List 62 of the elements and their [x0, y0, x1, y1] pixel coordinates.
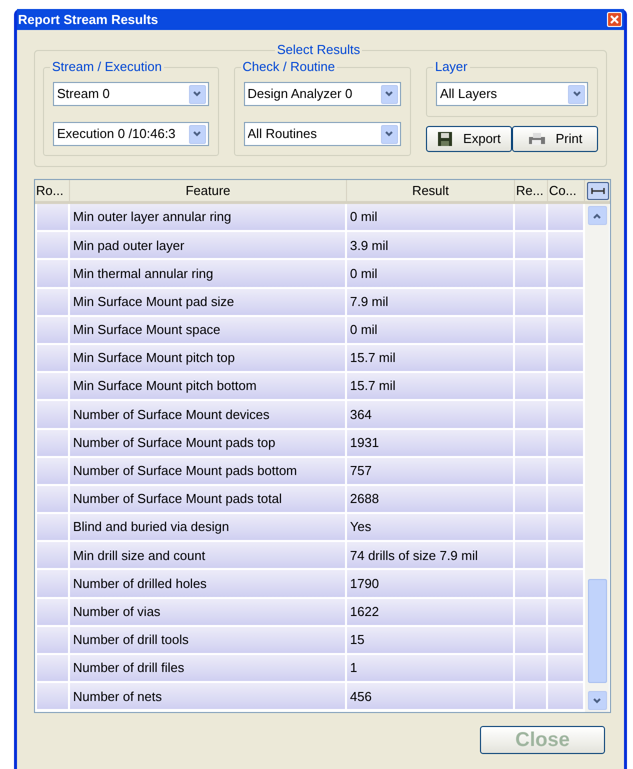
table-cell: 7.9 mil — [347, 288, 515, 315]
table-cell: Min thermal annular ring — [70, 260, 347, 287]
table-cell: 757 — [347, 458, 515, 484]
table-cell: 15.7 mil — [347, 344, 515, 372]
column-chooser-icon[interactable] — [587, 182, 609, 200]
column-header[interactable]: Ro... — [35, 180, 70, 201]
table-cell: 3.9 mil — [347, 232, 515, 258]
table-cell: Number of Surface Mount pads total — [70, 486, 347, 512]
table-cell: 74 drills of size 7.9 mil — [347, 542, 515, 568]
dropdown[interactable]: Stream 0 — [53, 82, 209, 106]
table-cell: Number of drilled holes — [70, 570, 347, 597]
table-cell: 1931 — [347, 430, 515, 456]
chevron-down-icon[interactable] — [385, 91, 394, 97]
table-cell: Min Surface Mount pitch top — [70, 344, 347, 372]
scrollbar-thumb[interactable] — [588, 579, 606, 683]
table-cell: Number of vias — [70, 598, 347, 625]
table-cell: Number of Surface Mount devices — [70, 401, 347, 428]
group-title: Layer — [432, 59, 470, 75]
table-cell: Number of drill tools — [70, 626, 347, 653]
table-cell: Yes — [347, 514, 515, 540]
table-cell: Min Surface Mount pitch bottom — [70, 373, 347, 400]
table-cell: Min pad outer layer — [70, 232, 347, 258]
column-header[interactable]: Feature — [70, 180, 347, 201]
table-cell: 0 mil — [347, 260, 515, 287]
table-cell: Blind and buried via design — [70, 514, 347, 540]
chevron-down-icon[interactable] — [385, 131, 394, 137]
print-button[interactable]: Print — [512, 126, 598, 152]
chevron-down-icon[interactable] — [193, 131, 202, 137]
chevron-up-icon[interactable] — [593, 212, 601, 218]
printer-icon — [528, 132, 546, 146]
column-header[interactable]: Co... — [548, 180, 585, 201]
table-cell: Number of Surface Mount pads top — [70, 430, 347, 456]
dropdown[interactable]: All Layers — [436, 82, 588, 106]
chevron-down-icon[interactable] — [193, 91, 202, 97]
table-cell: 15.7 mil — [347, 373, 515, 400]
column-header[interactable]: Result — [347, 180, 515, 201]
table-cell: 2688 — [347, 486, 515, 512]
column-header[interactable]: Re... — [515, 180, 548, 201]
table-cell: Number of Surface Mount pads bottom — [70, 458, 347, 484]
table-cell: Min outer layer annular ring — [70, 204, 347, 230]
table-cell: Min drill size and count — [70, 542, 347, 568]
export-button[interactable]: Export — [426, 126, 512, 152]
close-icon[interactable] — [607, 12, 622, 27]
dropdown[interactable]: Execution 0 /10:46:3 — [53, 122, 209, 146]
table-cell: 1 — [347, 655, 515, 682]
chevron-down-icon[interactable] — [593, 698, 601, 704]
table-cell: Number of drill files — [70, 655, 347, 682]
table-cell: Min Surface Mount pad size — [70, 288, 347, 315]
table-cell: 364 — [347, 401, 515, 428]
table-cell: 0 mil — [347, 316, 515, 343]
scrollbar[interactable] — [585, 204, 609, 712]
table-cell: Number of nets — [70, 683, 347, 710]
window-title: Report Stream Results — [18, 10, 158, 29]
table-cell: Min Surface Mount space — [70, 316, 347, 343]
dropdown[interactable]: All Routines — [244, 122, 401, 146]
table-cell: 1790 — [347, 570, 515, 597]
chevron-down-icon[interactable] — [572, 91, 580, 97]
table-cell: 15 — [347, 626, 515, 653]
dropdown[interactable]: Design Analyzer 0 — [244, 82, 401, 106]
table-cell: 456 — [347, 683, 515, 710]
table-cell: 1622 — [347, 598, 515, 625]
table-cell: 0 mil — [347, 204, 515, 230]
